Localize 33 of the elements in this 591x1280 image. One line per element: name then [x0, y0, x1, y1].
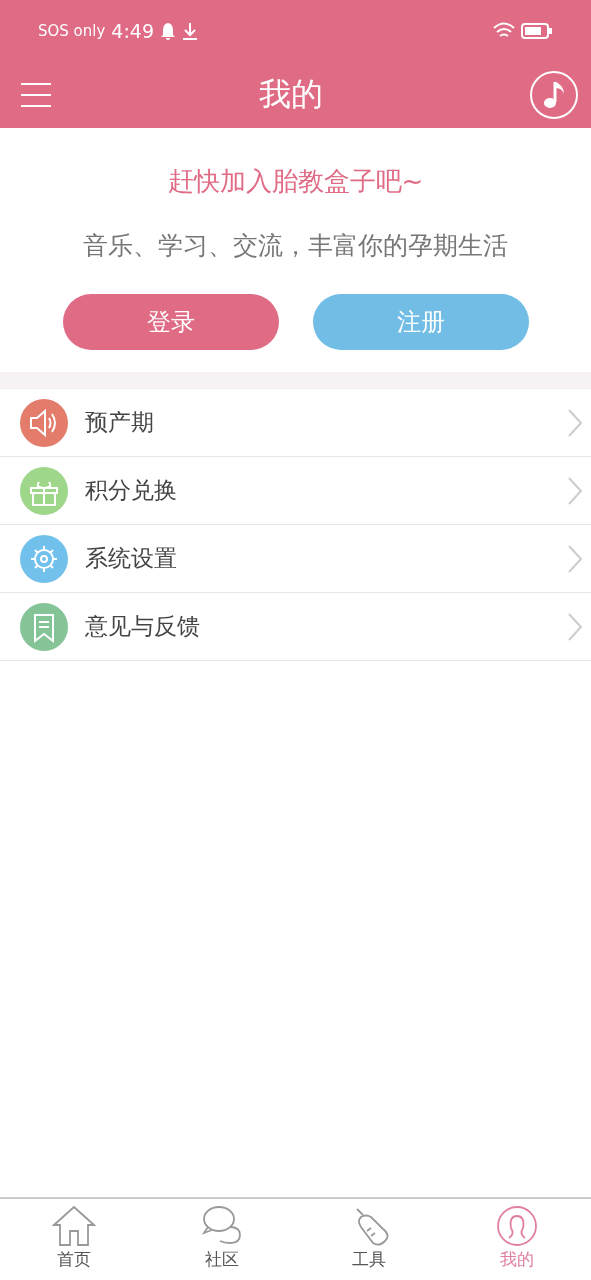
menu-label: 预产期 — [85, 408, 155, 437]
menu-label: 意见与反馈 — [85, 612, 201, 641]
page-title: 我的 — [258, 74, 323, 115]
gear-icon — [20, 534, 68, 583]
menu-label: 积分兑换 — [85, 476, 178, 505]
speech-bubbles-icon — [199, 1205, 244, 1247]
house-icon — [51, 1205, 96, 1247]
menu-label: 系统设置 — [85, 544, 178, 573]
menu-icon[interactable] — [20, 82, 52, 108]
promo-subtitle: 音乐、学习、交流，丰富你的孕期生活 — [83, 230, 508, 262]
person-icon — [495, 1205, 540, 1247]
chevron-right-icon — [567, 407, 583, 438]
music-note-icon[interactable] — [529, 70, 579, 120]
tab[interactable]: 社区 — [147, 1199, 296, 1280]
battery-icon — [521, 22, 553, 40]
menu-row[interactable]: 预产期 — [0, 389, 591, 457]
clock: 4:49 — [111, 20, 155, 42]
promo-headline: 赶快加入胎教盒子吧~ — [167, 165, 424, 198]
gift-icon — [20, 466, 68, 515]
menu-row[interactable]: 意见与反馈 — [0, 593, 591, 661]
bell-icon — [160, 22, 177, 40]
wifi-icon — [493, 22, 515, 40]
carrier-text: SOS only — [38, 22, 106, 40]
menu-row[interactable]: 积分兑换 — [0, 457, 591, 525]
bookmark-icon — [20, 602, 68, 651]
menu-row[interactable]: 系统设置 — [0, 525, 591, 593]
chevron-right-icon — [567, 611, 583, 642]
tab[interactable]: 首页 — [0, 1199, 148, 1280]
speaker-icon — [20, 398, 68, 447]
chevron-right-icon — [567, 543, 583, 574]
chevron-right-icon — [567, 475, 583, 506]
tab[interactable]: 工具 — [295, 1199, 444, 1280]
download-icon — [182, 22, 199, 40]
